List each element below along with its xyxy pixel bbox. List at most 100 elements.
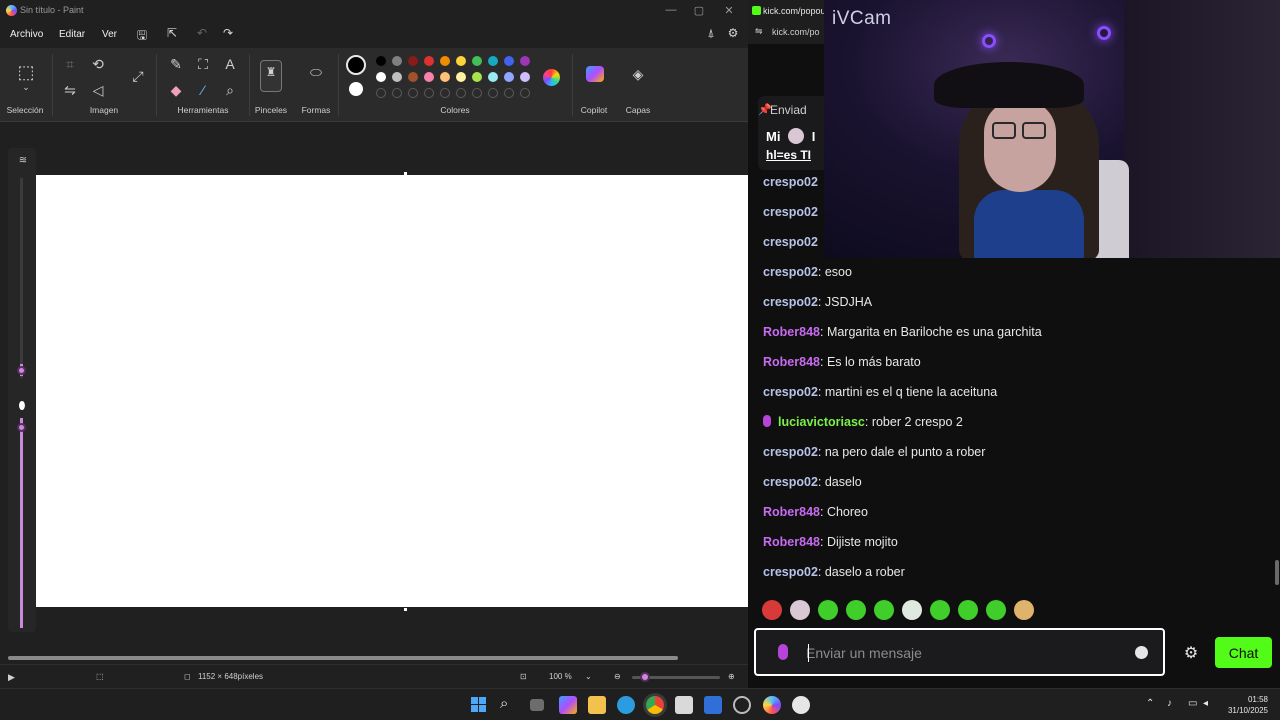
custom-color-slot[interactable] xyxy=(472,88,482,98)
size-slider-track[interactable] xyxy=(20,418,23,628)
emote-icon[interactable] xyxy=(818,600,838,620)
primary-color-swatch[interactable] xyxy=(346,55,366,75)
color-picker-icon[interactable]: ⁄ xyxy=(194,82,212,98)
redo-icon[interactable]: ↷ xyxy=(220,26,236,40)
settings-icon[interactable]: ⚙ xyxy=(725,26,741,40)
palette-swatch[interactable] xyxy=(504,72,514,82)
rotate-icon[interactable]: ◁ xyxy=(89,82,107,99)
custom-color-slot[interactable] xyxy=(424,88,434,98)
canvas-resize-handle-top[interactable] xyxy=(404,172,407,175)
opacity-slider-track[interactable] xyxy=(20,178,23,378)
undo-icon[interactable]: ↶ xyxy=(194,26,210,40)
chat-username[interactable]: Rober848 xyxy=(763,535,820,549)
network-icon[interactable]: ▭ xyxy=(1188,698,1197,709)
layers-panel-icon[interactable]: ≋ xyxy=(14,155,32,166)
palette-swatch[interactable] xyxy=(424,72,434,82)
shapes-icon[interactable]: ⬭ xyxy=(307,64,325,81)
file-explorer-icon[interactable] xyxy=(588,696,606,714)
zoom-level-select[interactable]: 100 % xyxy=(549,672,572,681)
emote-icon[interactable] xyxy=(762,600,782,620)
fit-to-window-icon[interactable]: ⊡ xyxy=(520,672,527,681)
task-view-icon[interactable] xyxy=(530,699,544,711)
canvas-resize-handle-bottom[interactable] xyxy=(404,608,407,611)
play-icon[interactable]: ▶ xyxy=(8,672,15,683)
palette-swatch[interactable] xyxy=(472,56,482,66)
emoji-icon[interactable] xyxy=(1135,646,1148,659)
brushes-button[interactable]: ♜ xyxy=(260,60,282,92)
horizontal-scrollbar[interactable] xyxy=(8,656,678,660)
palette-swatch[interactable] xyxy=(440,56,450,66)
menu-editar[interactable]: Editar xyxy=(59,29,85,40)
palette-swatch[interactable] xyxy=(520,56,530,66)
browser-tab-title[interactable]: kick.com/popout xyxy=(763,6,828,16)
size-slider-knob[interactable] xyxy=(17,423,26,432)
emote-icon[interactable] xyxy=(790,600,810,620)
chevron-down-icon[interactable]: ⌄ xyxy=(17,82,35,93)
zoom-in-icon[interactable]: ⊕ xyxy=(728,672,735,681)
palette-swatch[interactable] xyxy=(520,72,530,82)
palette-swatch[interactable] xyxy=(392,72,402,82)
custom-color-slot[interactable] xyxy=(440,88,450,98)
search-icon[interactable]: ⌕ xyxy=(500,695,518,713)
volume-icon[interactable]: ◂ xyxy=(1203,698,1208,709)
palette-swatch[interactable] xyxy=(408,56,418,66)
edge-icon[interactable] xyxy=(617,696,635,714)
custom-color-slot[interactable] xyxy=(456,88,466,98)
palette-swatch[interactable] xyxy=(440,72,450,82)
chat-username[interactable]: crespo02 xyxy=(763,565,818,579)
windows-start-icon[interactable] xyxy=(470,696,488,714)
menu-archivo[interactable]: Archivo xyxy=(10,29,43,40)
app-icon[interactable] xyxy=(704,696,722,714)
chat-scrollbar[interactable] xyxy=(1275,560,1279,585)
chat-username[interactable]: crespo02 xyxy=(763,385,818,399)
zoom-slider-knob[interactable] xyxy=(640,672,651,682)
chat-username[interactable]: luciavictoriasc xyxy=(778,415,865,429)
chat-username[interactable]: Rober848 xyxy=(763,505,820,519)
palette-swatch[interactable] xyxy=(456,56,466,66)
chat-username[interactable]: crespo02 xyxy=(763,265,818,279)
emote-icon[interactable] xyxy=(874,600,894,620)
emote-icon[interactable] xyxy=(846,600,866,620)
microphone-icon[interactable]: ♪ xyxy=(1167,698,1172,709)
mic-icon[interactable] xyxy=(778,644,788,660)
chat-username[interactable]: crespo02 xyxy=(763,235,818,249)
chat-username[interactable]: crespo02 xyxy=(763,175,818,189)
selection-icon[interactable]: ⬚ xyxy=(17,62,35,83)
emote-icon[interactable] xyxy=(930,600,950,620)
palette-swatch[interactable] xyxy=(488,72,498,82)
send-chat-button[interactable]: Chat xyxy=(1215,637,1272,668)
custom-color-slot[interactable] xyxy=(488,88,498,98)
palette-swatch[interactable] xyxy=(376,56,386,66)
chat-username[interactable]: crespo02 xyxy=(763,475,818,489)
resize-icon[interactable]: ⟲ xyxy=(89,56,107,73)
fill-icon[interactable]: ⛶ xyxy=(194,56,212,73)
flip-icon[interactable]: ⇋ xyxy=(61,82,79,99)
site-info-icon[interactable]: ⇋ xyxy=(755,26,763,37)
crop-icon[interactable]: ⌗ xyxy=(61,56,79,73)
chat-message-input[interactable] xyxy=(806,642,1126,664)
palette-swatch[interactable] xyxy=(408,72,418,82)
palette-swatch[interactable] xyxy=(376,72,386,82)
emote-icon[interactable] xyxy=(902,600,922,620)
eraser-icon[interactable]: ◆ xyxy=(167,82,185,99)
palette-swatch[interactable] xyxy=(472,72,482,82)
address-bar[interactable]: kick.com/po xyxy=(772,27,820,37)
menu-ver[interactable]: Ver xyxy=(102,29,117,40)
custom-color-slot[interactable] xyxy=(392,88,402,98)
custom-color-slot[interactable] xyxy=(408,88,418,98)
profile-icon[interactable]: ⍋ xyxy=(703,26,719,41)
chat-username[interactable]: crespo02 xyxy=(763,205,818,219)
palette-swatch[interactable] xyxy=(424,56,434,66)
custom-color-slot[interactable] xyxy=(376,88,386,98)
app-icon[interactable] xyxy=(792,696,810,714)
chrome-icon[interactable] xyxy=(646,696,664,714)
chevron-up-icon[interactable]: ⌃ xyxy=(1146,698,1154,709)
minimize-button[interactable]: — xyxy=(664,4,678,16)
copilot-icon[interactable] xyxy=(586,66,604,82)
opacity-slider-knob[interactable] xyxy=(17,366,26,375)
zoom-out-icon[interactable]: ⊖ xyxy=(614,672,621,681)
layers-icon[interactable]: ◈ xyxy=(629,66,647,83)
text-icon[interactable]: A xyxy=(221,56,239,72)
drawing-canvas[interactable] xyxy=(36,175,748,607)
paint-taskbar-icon[interactable] xyxy=(763,696,781,714)
